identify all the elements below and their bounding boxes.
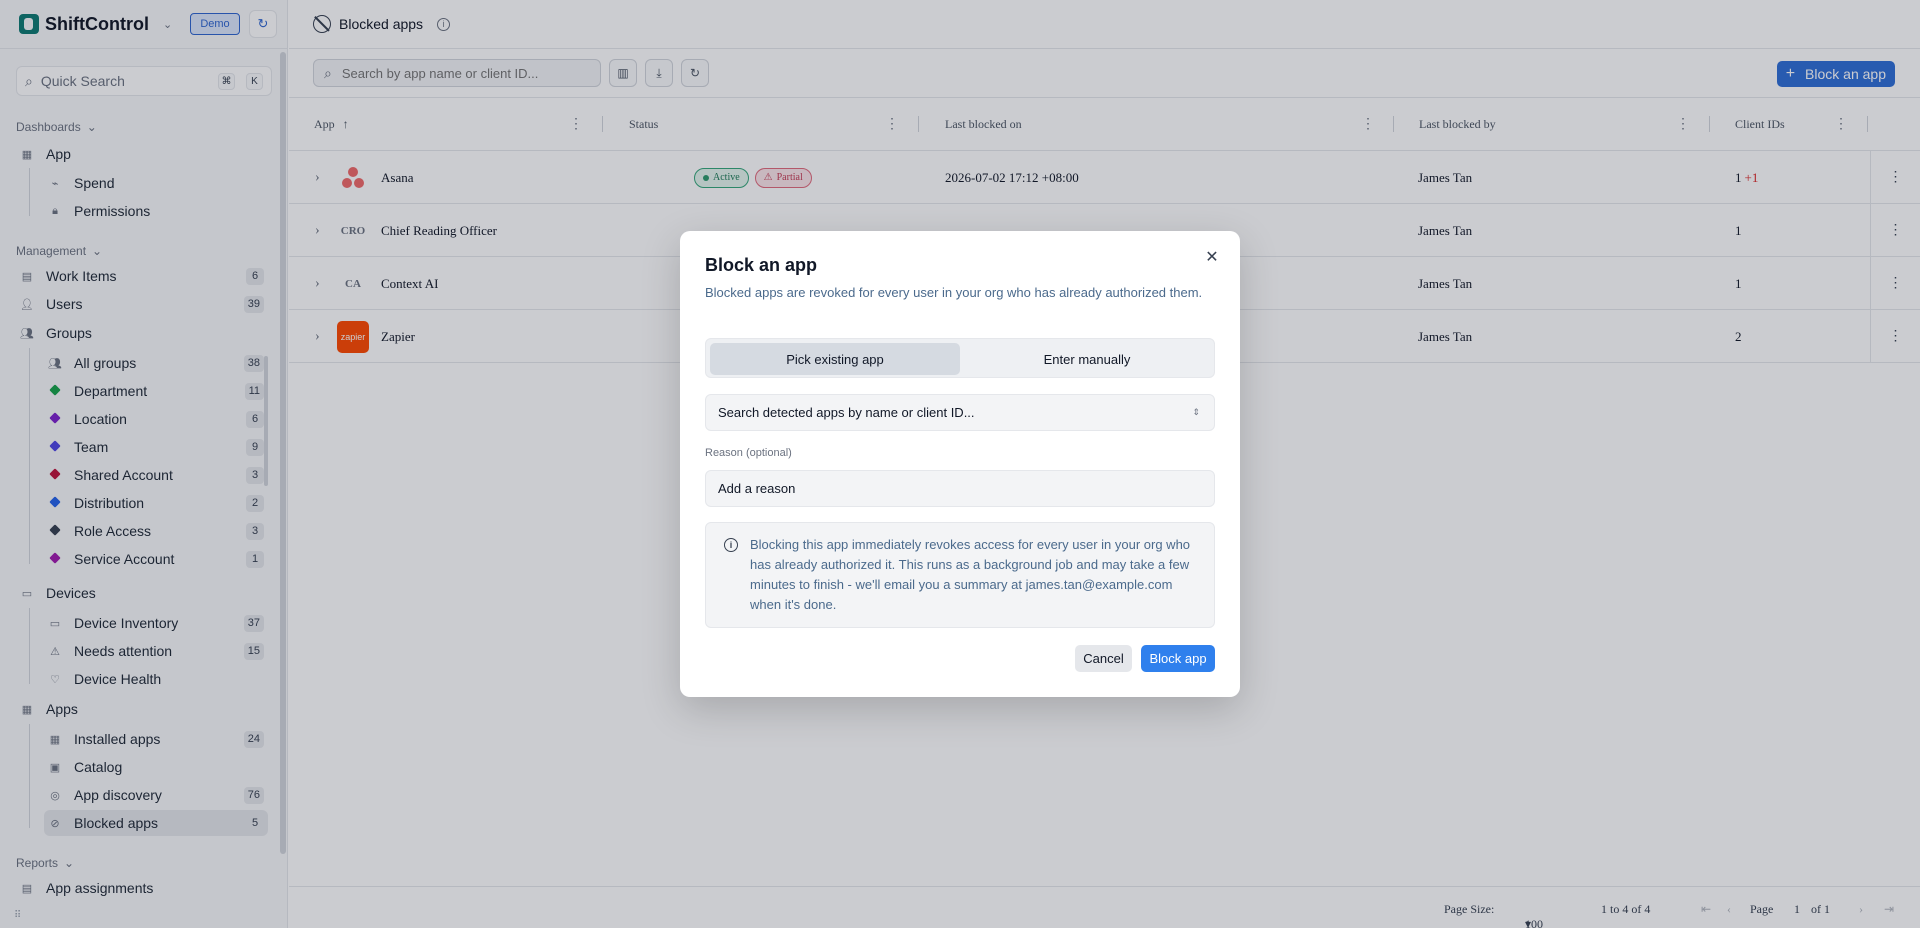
reason-label: Reason (optional) (705, 447, 792, 459)
reason-input[interactable] (705, 470, 1215, 507)
tab-pick-existing-app[interactable]: Pick existing app (710, 343, 960, 375)
mode-toggle: Pick existing app Enter manually (705, 338, 1215, 378)
block-app-button[interactable]: Block app (1141, 645, 1215, 672)
tab-enter-manually[interactable]: Enter manually (962, 343, 1212, 375)
combobox-placeholder: Search detected apps by name or client I… (718, 405, 975, 420)
cancel-button[interactable]: Cancel (1075, 645, 1132, 672)
chevron-up-down-icon: ⇕ (1192, 407, 1200, 417)
info-icon: i (724, 538, 738, 552)
app-search-combobox[interactable]: Search detected apps by name or client I… (705, 394, 1215, 431)
dialog-title: Block an app (705, 255, 818, 275)
notice-text: Blocking this app immediately revokes ac… (750, 537, 1191, 612)
close-icon[interactable]: ✕ (1202, 247, 1222, 267)
block-app-dialog: Block an app Blocked apps are revoked fo… (680, 231, 1240, 697)
info-notice: i Blocking this app immediately revokes … (705, 522, 1215, 628)
dialog-subtitle: Blocked apps are revoked for every user … (705, 285, 1203, 300)
